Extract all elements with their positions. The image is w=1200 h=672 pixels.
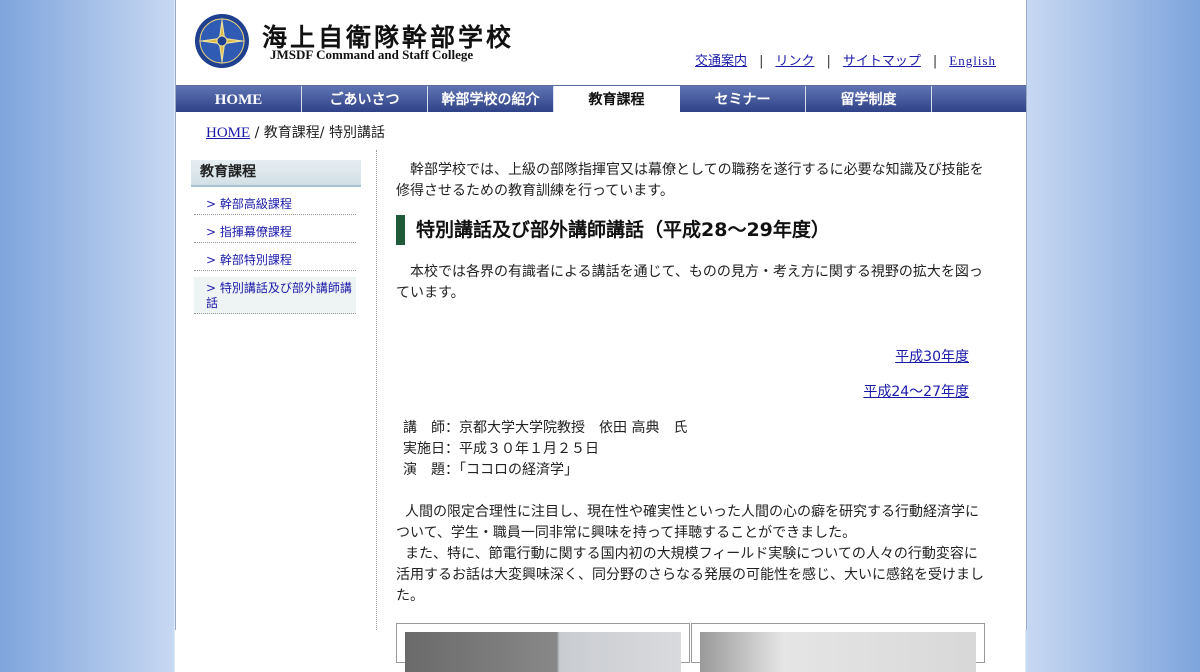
sidebar-item-special-lectures[interactable]: > 特別講話及び部外講師講話 [194, 277, 356, 314]
util-separator: | [759, 54, 764, 69]
sidebar: 教育課程 > 幹部高級課程 > 指揮幕僚課程 > 幹部特別課程 > 特別講話及び… [191, 160, 361, 320]
sidebar-list: > 幹部高級課程 > 指揮幕僚課程 > 幹部特別課程 > 特別講話及び部外講師講… [194, 193, 356, 314]
util-link-english[interactable]: English [949, 53, 996, 68]
year-link-h24-27[interactable]: 平成24～27年度 [396, 382, 969, 403]
description-text: 本校では各界の有識者による講話を通じて、ものの見方・考え方に関する視野の拡大を図… [396, 264, 983, 301]
section-heading-text: 特別講話及び部外講師講話（平成28～29年度） [416, 219, 830, 241]
breadcrumb-home-link[interactable]: HOME [206, 125, 250, 141]
lecture-lecturer: 講 師：京都大学大学院教授 依田 高典 氏 [403, 420, 688, 436]
sidebar-item-senior-course[interactable]: > 幹部高級課程 [194, 193, 356, 215]
util-separator: | [826, 54, 831, 69]
main-nav: HOME ごあいさつ 幹部学校の紹介 教育課程 セミナー 留学制度 [176, 86, 1026, 112]
nav-item-about[interactable]: 幹部学校の紹介 [428, 86, 554, 112]
photo-image [405, 632, 681, 672]
summary-paragraph-2: また、特に、節電行動に関する国内初の大規模フィールド実験についての人々の行動変容… [396, 546, 984, 604]
breadcrumb-rest: / 教育課程/ 特別講話 [250, 125, 385, 141]
photo-row [396, 623, 986, 672]
sidebar-heading: 教育課程 [191, 160, 361, 187]
site-subtitle: JMSDF Command and Staff College [270, 47, 474, 62]
util-link-sitemap[interactable]: サイトマップ [843, 54, 921, 69]
summary-paragraph-1: 人間の限定合理性に注目し、現在性や確実性といった人間の心の癖を研究する行動経済学… [396, 504, 979, 541]
site-header: 海上自衛隊幹部学校 JMSDF Command and Staff Colleg… [176, 0, 1026, 86]
college-emblem-icon[interactable] [194, 13, 250, 69]
lecture-date: 実施日：平成３０年１月２５日 [403, 441, 599, 457]
nav-item-home[interactable]: HOME [176, 86, 302, 112]
sidebar-item-command-staff-course[interactable]: > 指揮幕僚課程 [194, 221, 356, 243]
photo-image [700, 632, 976, 672]
lecture-photo-1 [396, 623, 690, 672]
lecture-summary: 人間の限定合理性に注目し、現在性や確実性といった人間の心の癖を研究する行動経済学… [396, 502, 986, 607]
nav-item-greeting[interactable]: ごあいさつ [302, 86, 428, 112]
nav-item-empty [932, 86, 1018, 112]
lecture-info: 講 師：京都大学大学院教授 依田 高典 氏 実施日：平成３０年１月２５日 演 題… [396, 418, 986, 481]
sidebar-item-special-course[interactable]: > 幹部特別課程 [194, 249, 356, 271]
main-content: 幹部学校では、上級の部隊指揮官又は幕僚としての職務を遂行するに必要な知識及び技能… [396, 160, 986, 672]
column-divider [376, 150, 377, 630]
intro-text: 幹部学校では、上級の部隊指揮官又は幕僚としての職務を遂行するに必要な知識及び技能… [396, 162, 984, 199]
year-links: 平成30年度 平成24～27年度 [396, 347, 986, 403]
section-heading: 特別講話及び部外講師講話（平成28～29年度） [396, 215, 986, 245]
lecture-photo-2 [691, 623, 985, 672]
breadcrumb: HOME / 教育課程/ 特別講話 [206, 122, 385, 142]
page-container: 海上自衛隊幹部学校 JMSDF Command and Staff Colleg… [175, 0, 1027, 672]
util-separator: | [932, 54, 938, 69]
lecture-topic: 演 題：「ココロの経済学」 [403, 462, 578, 478]
heading-bar [396, 215, 405, 245]
utility-links: 交通案内 | リンク | サイトマップ | English [695, 50, 996, 69]
util-link-access[interactable]: 交通案内 [695, 54, 747, 69]
year-link-h30[interactable]: 平成30年度 [396, 347, 969, 368]
nav-item-education[interactable]: 教育課程 [554, 86, 680, 112]
util-link-links[interactable]: リンク [775, 54, 814, 69]
nav-item-seminar[interactable]: セミナー [680, 86, 806, 112]
nav-item-study-abroad[interactable]: 留学制度 [806, 86, 932, 112]
